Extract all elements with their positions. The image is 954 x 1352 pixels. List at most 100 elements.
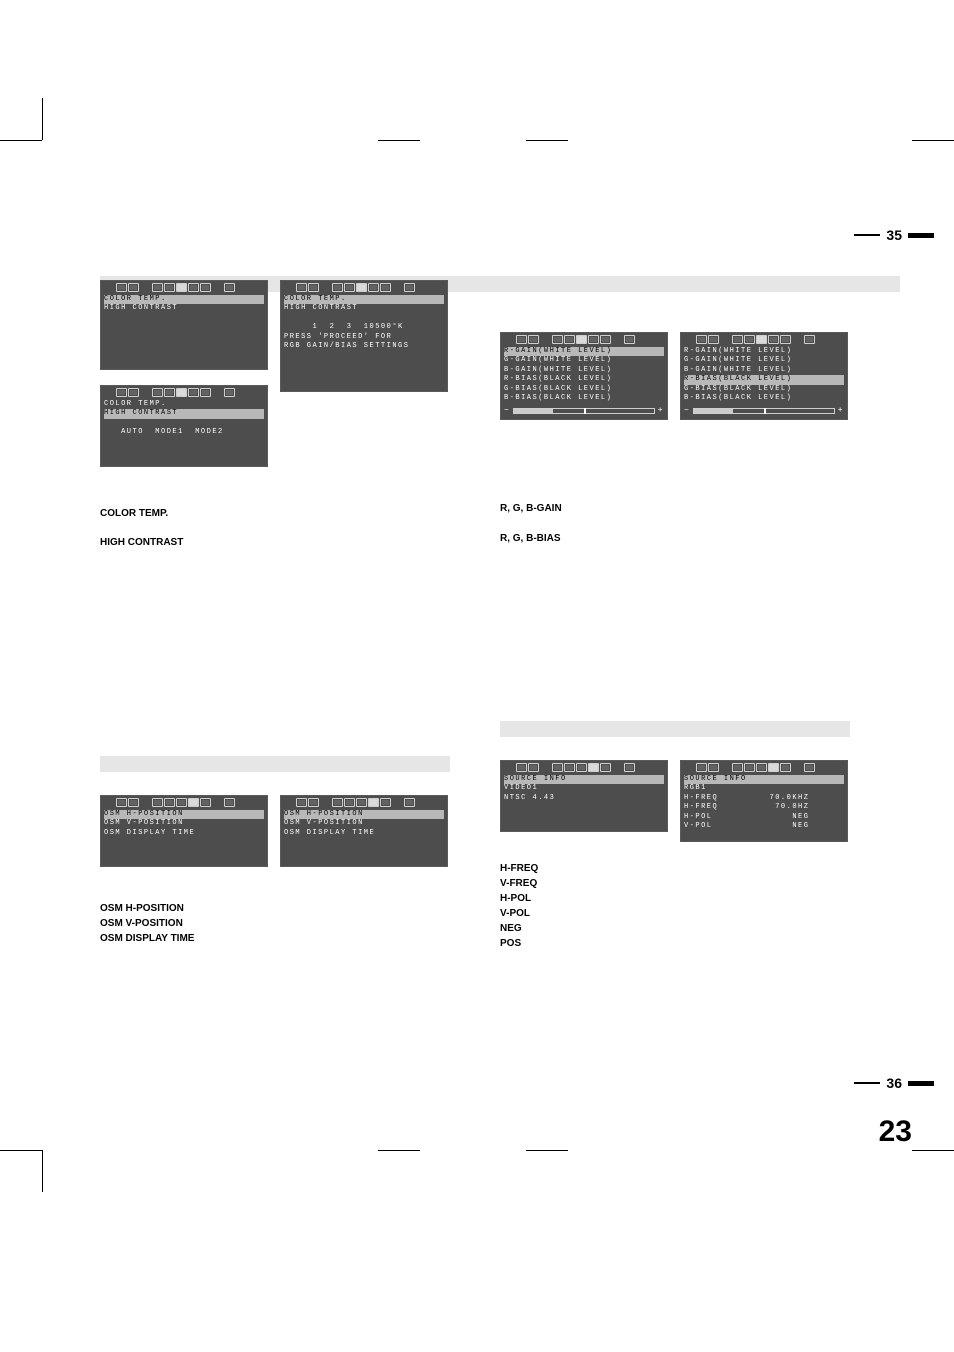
osd-icon bbox=[188, 283, 199, 292]
osd-line: AUTO MODE1 MODE2 bbox=[104, 428, 264, 437]
osd-icon bbox=[116, 798, 127, 807]
osd-iconbar bbox=[504, 333, 664, 347]
osd-icon bbox=[624, 763, 635, 772]
osd-icon bbox=[732, 335, 743, 344]
osd-line: H-FREQ 70.0HZ bbox=[684, 803, 844, 812]
speaker-icon bbox=[792, 335, 803, 344]
osd-icon bbox=[200, 283, 211, 292]
osd-icon bbox=[516, 763, 527, 772]
triangle-icon bbox=[540, 763, 551, 772]
osd-panel-osm-g: OSM H-POSITION OSM V-POSITION OSM DISPLA… bbox=[280, 795, 448, 867]
osd-iconbar bbox=[104, 796, 264, 810]
osd-line: OSM V-POSITION bbox=[284, 819, 444, 828]
osd-icon bbox=[176, 798, 187, 807]
osd-icon bbox=[380, 798, 391, 807]
page-number-36: 36 bbox=[854, 1075, 934, 1091]
osd-line: R-BIAS(BLACK LEVEL) bbox=[684, 375, 844, 384]
speaker-icon bbox=[392, 798, 403, 807]
crop-mark bbox=[912, 1150, 954, 1151]
triangle-icon bbox=[140, 388, 151, 397]
minus-icon: − bbox=[504, 406, 510, 417]
osd-line: HIGH CONTRAST bbox=[284, 304, 444, 313]
osd-icon bbox=[564, 335, 575, 344]
triangle-icon bbox=[540, 335, 551, 344]
crop-mark bbox=[378, 1150, 420, 1151]
osd-panel-osm-f: OSM H-POSITION OSM V-POSITION OSM DISPLA… bbox=[100, 795, 268, 867]
osd-icon-selected bbox=[588, 763, 599, 772]
crop-mark bbox=[0, 1150, 42, 1151]
osd-icon bbox=[224, 283, 235, 292]
osd-panel-color-temp-c: COLOR TEMP. HIGH CONTRAST 1 2 3 10500°K … bbox=[280, 280, 448, 392]
osd-iconbar bbox=[104, 281, 264, 295]
osd-line: HIGH CONTRAST bbox=[104, 304, 264, 313]
osd-icon bbox=[164, 283, 175, 292]
osd-panel-color-temp-a: COLOR TEMP. HIGH CONTRAST bbox=[100, 280, 268, 370]
glossary-rgb-gain: R, G, B-GAIN bbox=[500, 500, 562, 519]
osd-icon bbox=[224, 388, 235, 397]
osd-icon bbox=[780, 763, 791, 772]
speaker-icon bbox=[212, 388, 223, 397]
osd-icon-selected bbox=[576, 335, 587, 344]
osd-icon bbox=[152, 798, 163, 807]
osd-icon bbox=[308, 283, 319, 292]
slider-track bbox=[513, 408, 654, 414]
rule-line bbox=[908, 233, 934, 238]
osd-panel-rgb-gain-d: R-GAIN(WHITE LEVEL) G-GAIN(WHITE LEVEL) … bbox=[500, 332, 668, 420]
speaker-icon bbox=[612, 763, 623, 772]
osd-line: B-GAIN(WHITE LEVEL) bbox=[504, 366, 664, 375]
glossary-osm-time: OSM DISPLAY TIME bbox=[100, 930, 194, 949]
speaker-icon bbox=[392, 283, 403, 292]
osd-icon-selected bbox=[188, 798, 199, 807]
sun-icon bbox=[104, 388, 115, 397]
osd-line: G-GAIN(WHITE LEVEL) bbox=[504, 356, 664, 365]
rule-line bbox=[854, 1082, 880, 1084]
osd-icon-selected bbox=[176, 283, 187, 292]
osd-icon bbox=[744, 335, 755, 344]
osd-iconbar bbox=[684, 761, 844, 775]
osd-line: SOURCE INFO bbox=[684, 775, 844, 784]
osd-icon bbox=[128, 388, 139, 397]
sun-icon bbox=[504, 335, 515, 344]
osd-line: COLOR TEMP. bbox=[104, 295, 264, 304]
osd-line: G-GAIN(WHITE LEVEL) bbox=[684, 356, 844, 365]
osd-line: B-BIAS(BLACK LEVEL) bbox=[684, 394, 844, 403]
osd-line: H-FREQ 70.0KHZ bbox=[684, 794, 844, 803]
osd-line: RGB1 bbox=[684, 784, 844, 793]
crop-mark bbox=[42, 98, 43, 140]
osd-line: B-GAIN(WHITE LEVEL) bbox=[684, 366, 844, 375]
sun-icon bbox=[284, 798, 295, 807]
osd-icon bbox=[404, 283, 415, 292]
sun-icon bbox=[104, 283, 115, 292]
osd-icon bbox=[516, 335, 527, 344]
osd-icon bbox=[116, 283, 127, 292]
osd-icon bbox=[552, 335, 563, 344]
osd-icon bbox=[564, 763, 575, 772]
osd-line: COLOR TEMP. bbox=[104, 400, 264, 409]
osd-line: RGB GAIN/BIAS SETTINGS bbox=[284, 342, 444, 351]
osd-line: OSM DISPLAY TIME bbox=[284, 829, 444, 838]
osd-line: R-BIAS(BLACK LEVEL) bbox=[504, 375, 664, 384]
section-bar bbox=[500, 721, 850, 737]
osd-icon bbox=[696, 763, 707, 772]
osd-icon bbox=[128, 283, 139, 292]
osd-line: OSM DISPLAY TIME bbox=[104, 829, 264, 838]
osd-icon bbox=[164, 798, 175, 807]
osd-line: R-GAIN(WHITE LEVEL) bbox=[684, 347, 844, 356]
osd-line: OSM H-POSITION bbox=[104, 810, 264, 819]
minus-icon: − bbox=[684, 406, 690, 417]
osd-line: NTSC 4.43 bbox=[504, 794, 664, 803]
osd-icon-selected bbox=[768, 763, 779, 772]
speaker-icon bbox=[792, 763, 803, 772]
section-bar bbox=[100, 756, 450, 772]
osd-icon-selected bbox=[368, 798, 379, 807]
osd-line bbox=[104, 419, 264, 428]
osd-icon bbox=[332, 798, 343, 807]
osd-panel-source-rgb: SOURCE INFO RGB1 H-FREQ 70.0KHZ H-FREQ 7… bbox=[680, 760, 848, 842]
osd-icon bbox=[200, 388, 211, 397]
triangle-icon bbox=[720, 335, 731, 344]
crop-mark bbox=[0, 140, 42, 141]
osd-line: G-BIAS(BLACK LEVEL) bbox=[504, 385, 664, 394]
osd-icon bbox=[188, 388, 199, 397]
crop-mark bbox=[378, 140, 420, 141]
page-num-label: 36 bbox=[886, 1075, 902, 1091]
